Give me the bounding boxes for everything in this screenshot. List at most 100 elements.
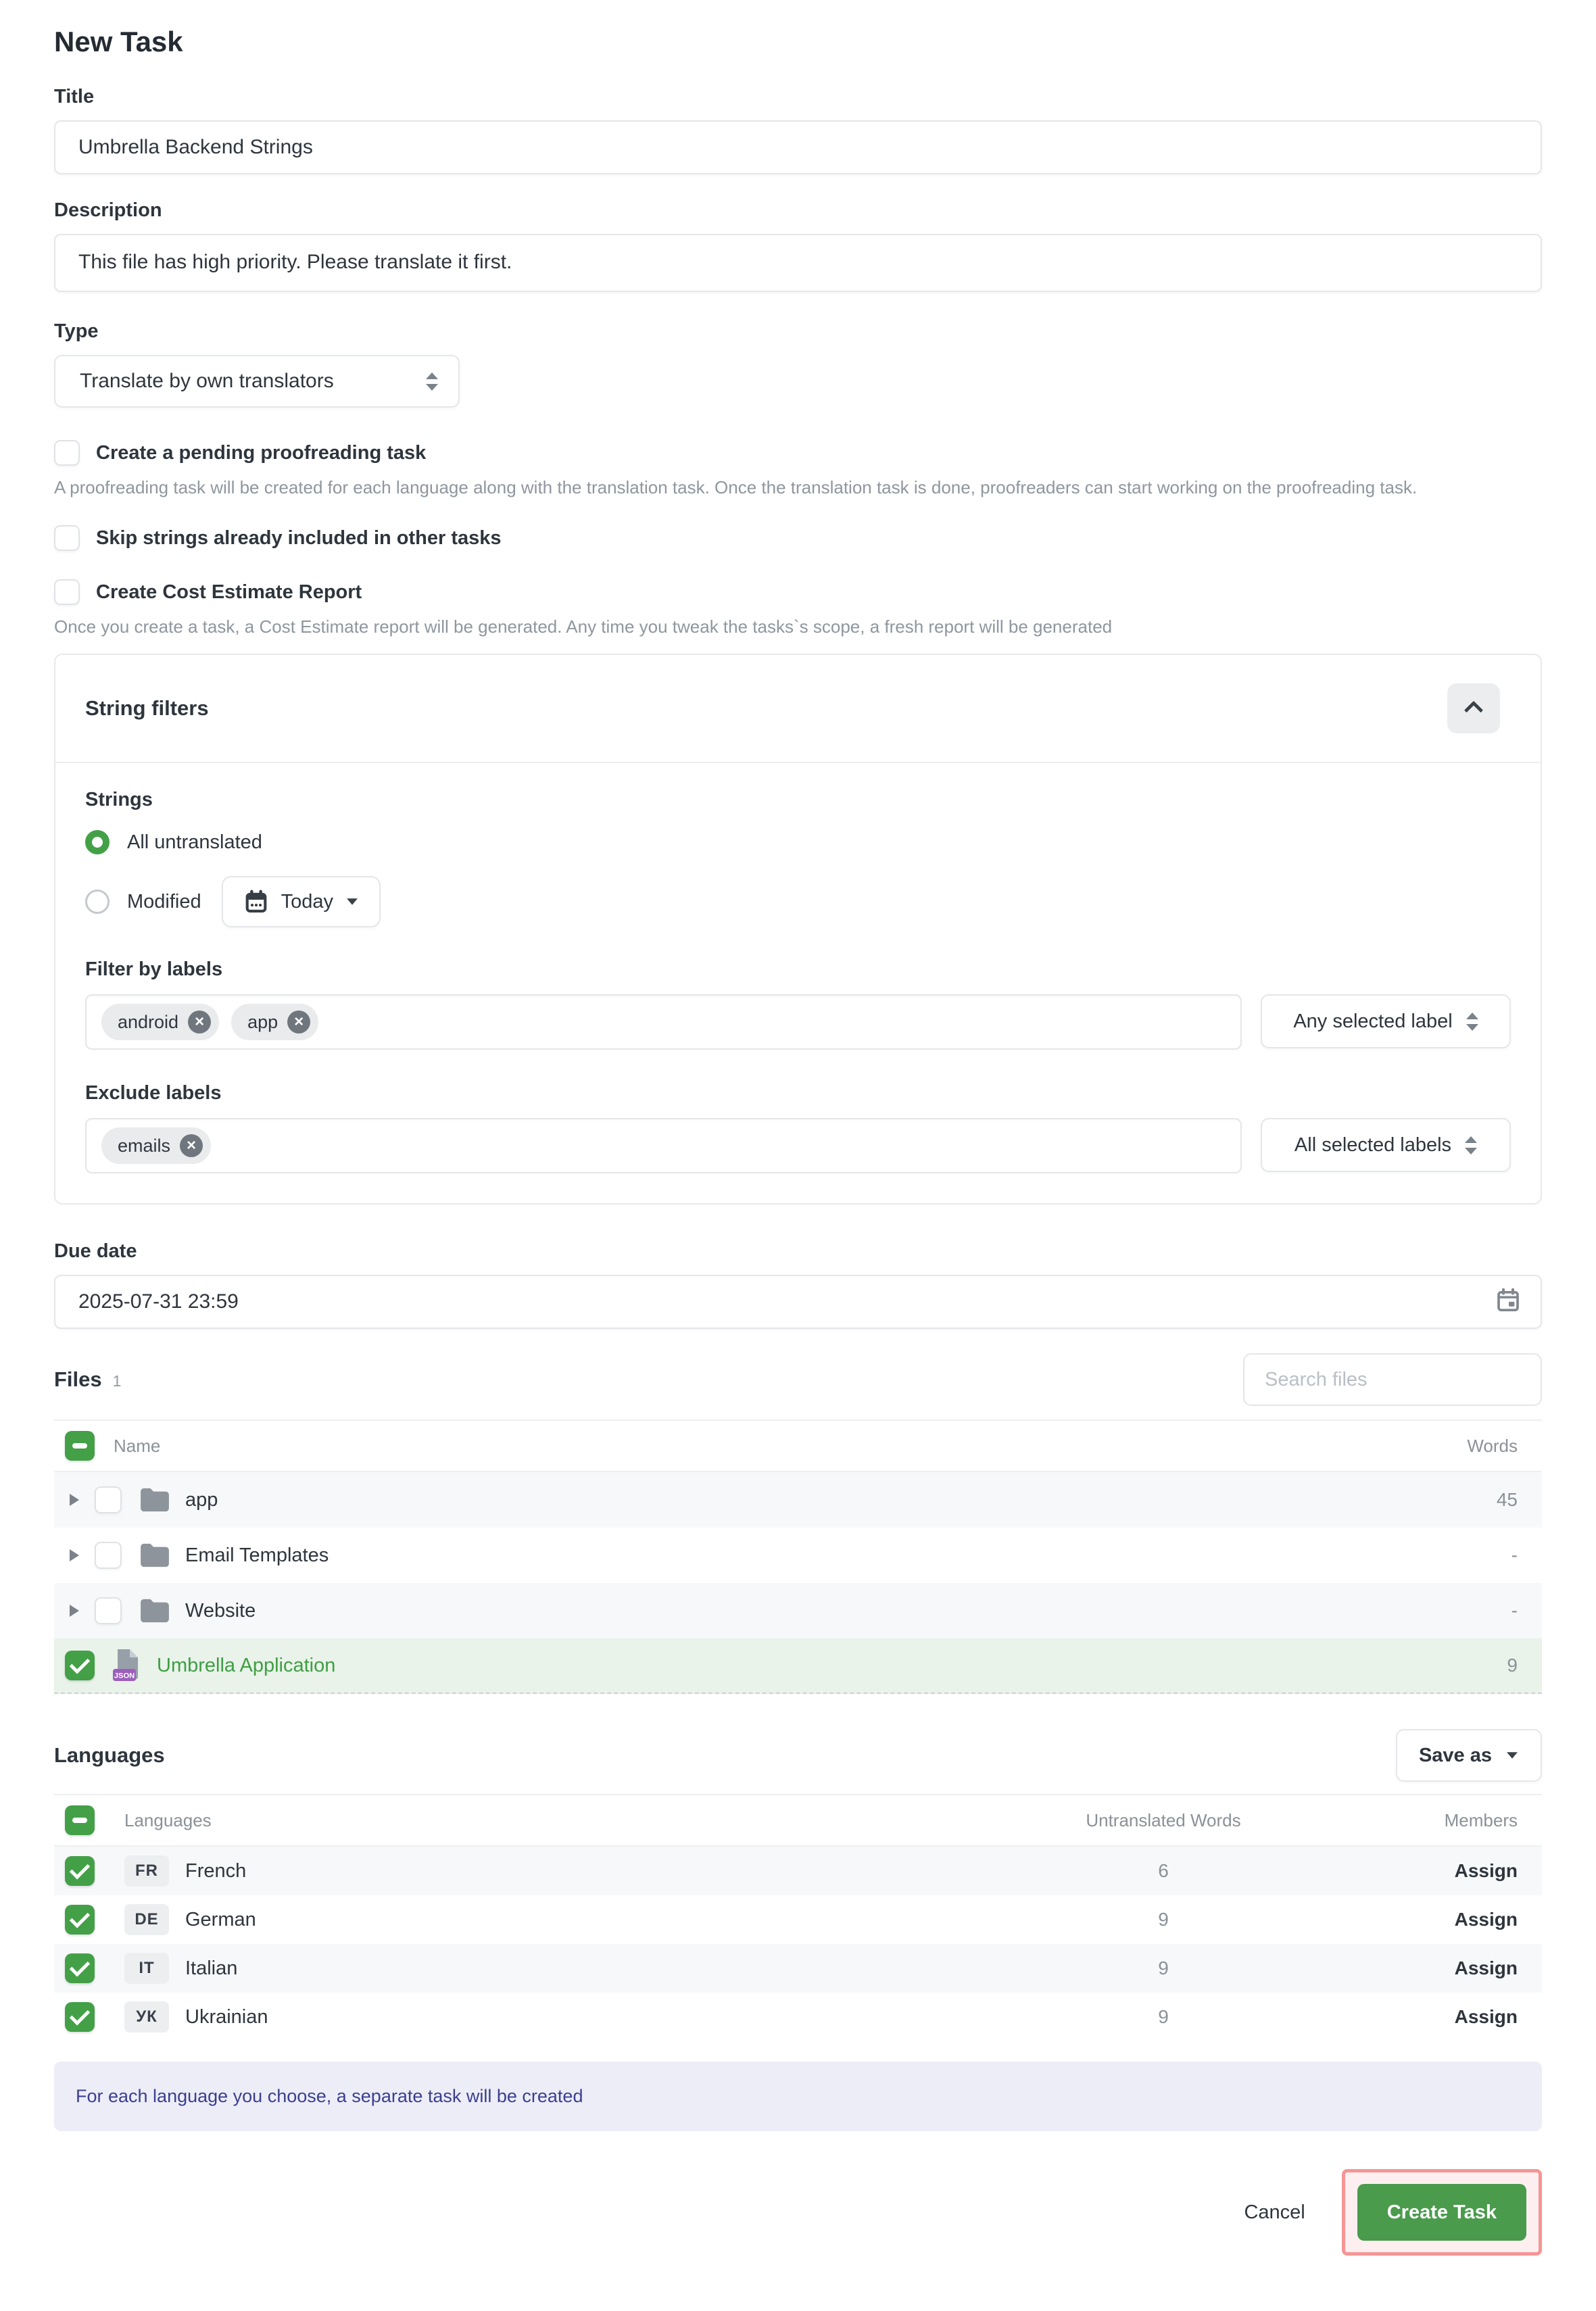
assign-link[interactable]: Assign bbox=[1455, 1909, 1518, 1930]
proofreading-help-text: A proofreading task will be created for … bbox=[54, 477, 1542, 498]
files-heading: Files 1 bbox=[54, 1367, 121, 1392]
all-untranslated-radio[interactable] bbox=[85, 830, 110, 854]
file-row-app[interactable]: app 45 bbox=[54, 1472, 1542, 1528]
file-row-website[interactable]: Website - bbox=[54, 1583, 1542, 1638]
language-checkbox[interactable] bbox=[65, 1953, 95, 1983]
filter-labels-mode-select[interactable]: Any selected label bbox=[1261, 994, 1511, 1048]
calendar-icon[interactable] bbox=[1495, 1287, 1522, 1317]
page-title: New Task bbox=[54, 26, 1542, 58]
exclude-labels-mode-select[interactable]: All selected labels bbox=[1261, 1118, 1511, 1172]
language-code-badge: FR bbox=[124, 1855, 169, 1887]
type-select[interactable]: Translate by own translators bbox=[54, 355, 460, 408]
remove-label-icon[interactable]: × bbox=[180, 1134, 203, 1157]
remove-label-icon[interactable]: × bbox=[287, 1011, 310, 1033]
label-chip: emails × bbox=[101, 1127, 211, 1164]
search-files-input[interactable] bbox=[1243, 1353, 1542, 1406]
due-date-field bbox=[54, 1275, 1542, 1329]
cost-estimate-checkbox-label: Create Cost Estimate Report bbox=[96, 581, 362, 604]
folder-icon bbox=[139, 1542, 170, 1568]
modified-date-value: Today bbox=[281, 891, 333, 913]
file-row-umbrella-application[interactable]: JSON Umbrella Application 9 bbox=[54, 1638, 1542, 1694]
languages-table-header: Languages Untranslated Words Members bbox=[54, 1795, 1542, 1847]
file-name: Website bbox=[185, 1600, 256, 1622]
language-code-badge: УК bbox=[124, 2001, 169, 2033]
title-input[interactable] bbox=[54, 120, 1542, 174]
caret-down-icon bbox=[347, 898, 358, 905]
proofreading-checkbox-label: Create a pending proofreading task bbox=[96, 442, 426, 464]
skip-strings-checkbox[interactable] bbox=[54, 525, 80, 551]
languages-heading: Languages bbox=[54, 1743, 165, 1768]
files-words-column-header: Words bbox=[1467, 1436, 1542, 1457]
untranslated-words-value: 6 bbox=[974, 1860, 1353, 1882]
due-date-label: Due date bbox=[54, 1240, 1542, 1263]
languages-column-header: Languages bbox=[124, 1810, 212, 1831]
strings-group-label: Strings bbox=[85, 789, 1511, 811]
calendar-icon bbox=[243, 889, 269, 915]
label-chip: app × bbox=[231, 1004, 318, 1040]
folder-icon bbox=[139, 1598, 170, 1624]
description-input[interactable]: This file has high priority. Please tran… bbox=[54, 234, 1542, 292]
select-all-languages-checkbox[interactable] bbox=[65, 1805, 95, 1835]
language-row-french[interactable]: FR French 6 Assign bbox=[54, 1847, 1542, 1895]
assign-link[interactable]: Assign bbox=[1455, 1860, 1518, 1881]
title-label: Title bbox=[54, 85, 1542, 108]
file-checkbox[interactable] bbox=[95, 1542, 122, 1569]
expand-folder-icon[interactable] bbox=[54, 1494, 95, 1506]
expand-folder-icon[interactable] bbox=[54, 1605, 95, 1617]
filter-by-labels-row: android × app × Any selected label bbox=[85, 994, 1511, 1050]
language-row-italian[interactable]: IT Italian 9 Assign bbox=[54, 1944, 1542, 1993]
string-filters-panel: String filters Strings All untranslated … bbox=[54, 654, 1542, 1205]
cost-estimate-checkbox[interactable] bbox=[54, 579, 80, 605]
file-row-email-templates[interactable]: Email Templates - bbox=[54, 1528, 1542, 1583]
file-name: Email Templates bbox=[185, 1544, 329, 1567]
assign-link[interactable]: Assign bbox=[1455, 2006, 1518, 2027]
assign-link[interactable]: Assign bbox=[1455, 1957, 1518, 1978]
due-date-input[interactable] bbox=[54, 1275, 1542, 1329]
exclude-labels-row: emails × All selected labels bbox=[85, 1118, 1511, 1173]
untranslated-words-value: 9 bbox=[974, 1957, 1353, 1979]
proofreading-checkbox[interactable] bbox=[54, 440, 80, 466]
language-checkbox[interactable] bbox=[65, 1905, 95, 1935]
file-name: Umbrella Application bbox=[157, 1655, 335, 1677]
collapse-panel-button[interactable] bbox=[1447, 683, 1500, 733]
cost-estimate-help-text: Once you create a task, a Cost Estimate … bbox=[54, 616, 1542, 637]
svg-text:JSON: JSON bbox=[114, 1672, 135, 1680]
select-updown-icon bbox=[1466, 1013, 1478, 1031]
exclude-labels-mode-value: All selected labels bbox=[1295, 1134, 1451, 1157]
label-chip-text: emails bbox=[118, 1136, 170, 1157]
file-checkbox[interactable] bbox=[95, 1597, 122, 1624]
create-task-button[interactable]: Create Task bbox=[1357, 2184, 1526, 2241]
proofreading-checkbox-row: Create a pending proofreading task bbox=[54, 440, 1542, 466]
file-checkbox[interactable] bbox=[95, 1486, 122, 1513]
expand-folder-icon[interactable] bbox=[54, 1549, 95, 1561]
language-row-ukrainian[interactable]: УК Ukrainian 9 Assign bbox=[54, 1993, 1542, 2041]
language-row-german[interactable]: DE German 9 Assign bbox=[54, 1895, 1542, 1944]
language-name: French bbox=[185, 1860, 246, 1882]
filter-by-labels-label: Filter by labels bbox=[85, 958, 1511, 981]
exclude-labels-input[interactable]: emails × bbox=[85, 1118, 1242, 1173]
caret-down-icon bbox=[1507, 1752, 1518, 1759]
files-table: Name Words app 45 Email Templates - bbox=[54, 1419, 1542, 1694]
filter-labels-input[interactable]: android × app × bbox=[85, 994, 1242, 1050]
new-task-form: New Task Title Description This file has… bbox=[0, 0, 1596, 2283]
string-filters-title: String filters bbox=[85, 696, 209, 721]
all-untranslated-radio-label: All untranslated bbox=[127, 831, 262, 854]
files-name-column-header: Name bbox=[114, 1436, 160, 1457]
language-name: German bbox=[185, 1909, 256, 1931]
modified-date-dropdown[interactable]: Today bbox=[222, 876, 381, 927]
select-all-files-checkbox[interactable] bbox=[65, 1431, 95, 1461]
file-checkbox-checked[interactable] bbox=[65, 1651, 95, 1680]
save-as-button[interactable]: Save as bbox=[1396, 1729, 1542, 1782]
json-file-icon: JSON bbox=[112, 1648, 142, 1683]
members-column-header: Members bbox=[1353, 1810, 1542, 1831]
file-words: 9 bbox=[1507, 1655, 1542, 1676]
string-filters-header: String filters bbox=[55, 655, 1541, 762]
language-checkbox[interactable] bbox=[65, 2002, 95, 2032]
language-checkbox[interactable] bbox=[65, 1856, 95, 1886]
languages-table: Languages Untranslated Words Members FR … bbox=[54, 1794, 1542, 2041]
description-label: Description bbox=[54, 199, 1542, 222]
remove-label-icon[interactable]: × bbox=[188, 1011, 211, 1033]
cancel-button[interactable]: Cancel bbox=[1240, 2201, 1309, 2224]
label-chip-text: android bbox=[118, 1012, 178, 1033]
modified-radio[interactable] bbox=[85, 890, 110, 914]
